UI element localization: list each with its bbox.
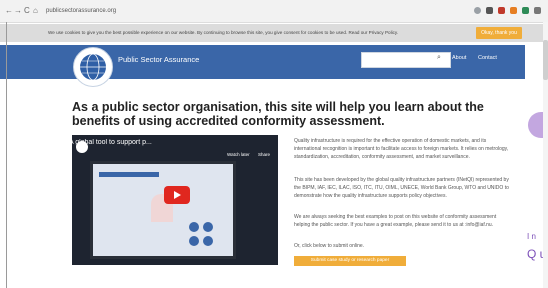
paragraph: Quality infrastructure is required for t… — [294, 138, 509, 160]
paragraph: We are always seeking the best examples … — [294, 214, 497, 228]
share-button[interactable]: Share — [258, 152, 270, 157]
menu-icon[interactable] — [534, 7, 541, 14]
reload-icon[interactable]: C — [24, 6, 30, 16]
cookie-banner: We use cookies to give you the best poss… — [0, 24, 548, 42]
nav-contact[interactable]: Contact — [478, 55, 497, 61]
video-title[interactable]: Accreditation: A global tool to support … — [25, 139, 220, 146]
watch-later-button[interactable]: Watch later — [227, 152, 250, 157]
page-heading: As a public sector organisation, this si… — [72, 100, 484, 128]
globe-logo-icon[interactable] — [73, 47, 113, 87]
address-bar[interactable]: publicsectorassurance.org — [46, 6, 116, 16]
side-text: I n — [527, 232, 536, 241]
submit-case-study-button[interactable]: Submit case study or research paper — [294, 256, 406, 266]
extension-icon[interactable] — [522, 7, 529, 14]
play-icon[interactable] — [164, 186, 190, 204]
scrollbar-thumb[interactable] — [543, 40, 548, 80]
extension-icon[interactable] — [510, 7, 517, 14]
divider — [6, 22, 7, 288]
nav-about[interactable]: About — [452, 55, 466, 61]
search-icon[interactable]: ⌕ — [437, 53, 441, 63]
extension-icon[interactable] — [498, 7, 505, 14]
extension-icon[interactable] — [486, 7, 493, 14]
cookie-text: We use cookies to give you the best poss… — [48, 30, 399, 35]
star-icon[interactable] — [474, 7, 481, 14]
back-icon[interactable]: ← — [5, 6, 13, 16]
cookie-accept-button[interactable]: Okay, thank you — [476, 27, 522, 39]
paragraph: Or, click below to submit online. — [294, 243, 365, 249]
home-icon[interactable]: ⌂ — [33, 6, 38, 16]
video-thumbnail — [90, 161, 236, 259]
forward-icon[interactable]: → — [14, 6, 22, 16]
paragraph: This site has been developed by the glob… — [294, 177, 509, 199]
site-brand[interactable]: Public Sector Assurance — [118, 55, 199, 64]
